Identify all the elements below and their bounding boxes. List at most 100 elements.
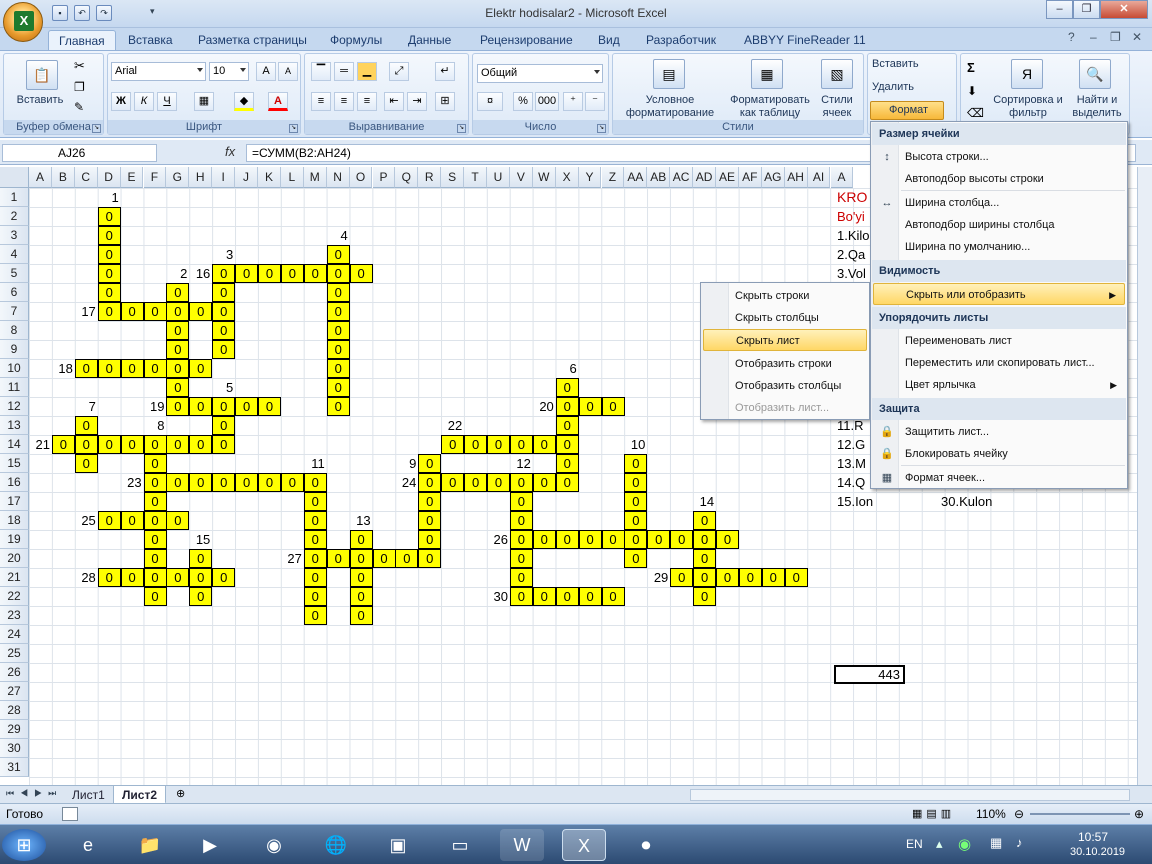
column-header[interactable]: W bbox=[532, 167, 556, 188]
media-player-icon[interactable]: ▶ bbox=[188, 829, 232, 861]
crossword-cell[interactable]: 0 bbox=[166, 359, 190, 378]
crossword-cell[interactable]: 0 bbox=[303, 530, 327, 549]
crossword-cell[interactable]: 0 bbox=[326, 359, 350, 378]
font-size-combo[interactable]: 10 bbox=[209, 62, 249, 81]
cut-icon[interactable]: ✂ bbox=[74, 58, 85, 74]
column-header[interactable]: S bbox=[441, 167, 465, 188]
clear-icon[interactable]: ⌫ bbox=[967, 106, 984, 120]
crossword-cell[interactable]: 0 bbox=[212, 283, 236, 302]
ribbon-close-icon[interactable]: ✕ bbox=[1132, 30, 1142, 44]
row-header[interactable]: 14 bbox=[0, 435, 29, 454]
column-header[interactable]: N bbox=[326, 167, 350, 188]
minimize-button[interactable]: – bbox=[1046, 0, 1073, 19]
crossword-cell[interactable]: 0 bbox=[166, 283, 190, 302]
crossword-cell[interactable]: 0 bbox=[280, 264, 304, 283]
crossword-cell[interactable]: 0 bbox=[120, 359, 144, 378]
ribbon-minimize-icon[interactable]: – bbox=[1090, 30, 1097, 44]
font-name-combo[interactable]: Arial bbox=[111, 62, 206, 81]
crossword-cell[interactable]: 0 bbox=[166, 340, 190, 359]
crossword-cell[interactable]: 0 bbox=[258, 264, 281, 283]
file-explorer-icon[interactable]: 📁 bbox=[128, 829, 172, 861]
crossword-cell[interactable]: 0 bbox=[509, 530, 533, 549]
crossword-cell[interactable]: 0 bbox=[97, 359, 121, 378]
crossword-cell[interactable]: 0 bbox=[143, 549, 167, 568]
bold-button[interactable]: Ж bbox=[111, 92, 131, 111]
crossword-cell[interactable]: 0 bbox=[578, 530, 602, 549]
column-header[interactable]: AH bbox=[784, 167, 808, 188]
paste-button[interactable]: Вставить bbox=[10, 94, 70, 107]
macro-record-icon[interactable] bbox=[62, 807, 78, 821]
crossword-cell[interactable]: 0 bbox=[166, 435, 190, 454]
hide-unhide-item[interactable]: Скрыть или отобразить ▶ bbox=[873, 283, 1125, 305]
unhide-columns-item[interactable]: Отобразить столбцы bbox=[703, 375, 867, 397]
column-header[interactable]: AF bbox=[738, 167, 762, 188]
crossword-cell[interactable]: 0 bbox=[487, 435, 510, 454]
crossword-cell[interactable]: 0 bbox=[258, 473, 281, 492]
row-header[interactable]: 27 bbox=[0, 682, 29, 701]
crossword-cell[interactable]: 0 bbox=[509, 492, 533, 511]
crossword-cell[interactable]: 0 bbox=[166, 321, 190, 340]
row-header[interactable]: 15 bbox=[0, 454, 29, 473]
crossword-cell[interactable]: 0 bbox=[532, 530, 556, 549]
row-header[interactable]: 28 bbox=[0, 701, 29, 720]
crossword-cell[interactable]: 0 bbox=[693, 568, 717, 587]
crossword-cell[interactable]: 0 bbox=[326, 549, 350, 568]
crossword-cell[interactable]: 0 bbox=[143, 511, 167, 530]
crossword-cell[interactable]: 0 bbox=[326, 302, 350, 321]
row-header[interactable]: 3 bbox=[0, 226, 29, 245]
column-header[interactable]: C bbox=[74, 167, 98, 188]
font-launcher-icon[interactable]: ↘ bbox=[289, 124, 298, 133]
crossword-cell[interactable]: 0 bbox=[189, 435, 213, 454]
crossword-cell[interactable]: 0 bbox=[212, 397, 236, 416]
column-header[interactable]: A bbox=[830, 167, 854, 188]
tab-data[interactable]: Данные bbox=[398, 30, 461, 51]
hide-columns-item[interactable]: Скрыть столбцы bbox=[703, 307, 867, 329]
format-painter-icon[interactable]: ✎ bbox=[74, 100, 84, 114]
network-icon[interactable]: ▦ bbox=[990, 835, 1002, 851]
zoom-in-icon[interactable]: ⊕ bbox=[1134, 807, 1144, 821]
crossword-cell[interactable]: 0 bbox=[303, 492, 327, 511]
crossword-cell[interactable]: 0 bbox=[120, 435, 144, 454]
column-header[interactable]: Y bbox=[578, 167, 602, 188]
row-header[interactable]: 26 bbox=[0, 663, 29, 682]
rename-sheet-item[interactable]: Переименовать лист bbox=[873, 330, 1125, 352]
close-button[interactable]: ✕ bbox=[1100, 0, 1148, 19]
crossword-cell[interactable]: 0 bbox=[74, 435, 98, 454]
tray-up-icon[interactable]: ▴ bbox=[936, 836, 943, 852]
select-all-corner[interactable] bbox=[0, 167, 29, 188]
grow-font-icon[interactable]: A bbox=[256, 62, 276, 81]
insert-cells-button[interactable]: Вставить bbox=[872, 58, 952, 71]
internet-explorer-icon[interactable]: e bbox=[66, 829, 110, 861]
fill-icon[interactable]: ⬇ bbox=[967, 84, 977, 98]
crossword-cell[interactable]: 0 bbox=[189, 359, 213, 378]
borders-icon[interactable]: ▦ bbox=[194, 92, 214, 111]
column-header[interactable]: B bbox=[51, 167, 75, 188]
crossword-cell[interactable]: 0 bbox=[532, 473, 556, 492]
crossword-cell[interactable]: 0 bbox=[143, 435, 167, 454]
row-header[interactable]: 21 bbox=[0, 568, 29, 587]
copy-icon[interactable]: ❐ bbox=[74, 80, 85, 94]
unhide-rows-item[interactable]: Отобразить строки bbox=[703, 353, 867, 375]
delete-cells-button[interactable]: Удалить bbox=[872, 81, 952, 94]
column-header[interactable]: Q bbox=[395, 167, 419, 188]
tray-status-icon[interactable]: ◉ bbox=[958, 835, 971, 853]
crossword-cell[interactable]: 0 bbox=[555, 416, 579, 435]
align-center-icon[interactable]: ≡ bbox=[334, 92, 354, 111]
crossword-cell[interactable]: 0 bbox=[97, 283, 121, 302]
row-header[interactable]: 25 bbox=[0, 644, 29, 663]
crossword-cell[interactable]: 0 bbox=[120, 568, 144, 587]
crossword-cell[interactable]: 0 bbox=[97, 511, 121, 530]
crossword-cell[interactable]: 0 bbox=[349, 568, 373, 587]
crossword-cell[interactable]: 0 bbox=[97, 245, 121, 264]
format-as-table-button[interactable]: Форматировать как таблицу bbox=[723, 94, 817, 120]
crossword-cell[interactable]: 0 bbox=[189, 473, 213, 492]
orientation-icon[interactable]: ⤢ bbox=[389, 62, 409, 81]
row-header[interactable]: 29 bbox=[0, 720, 29, 739]
crossword-cell[interactable]: 0 bbox=[326, 397, 350, 416]
crossword-cell[interactable]: 0 bbox=[509, 511, 533, 530]
align-left-icon[interactable]: ≡ bbox=[311, 92, 331, 111]
crossword-cell[interactable]: 0 bbox=[143, 568, 167, 587]
word-icon[interactable]: W bbox=[500, 829, 544, 861]
hide-sheet-item[interactable]: Скрыть лист bbox=[703, 329, 867, 351]
row-header[interactable]: 22 bbox=[0, 587, 29, 606]
